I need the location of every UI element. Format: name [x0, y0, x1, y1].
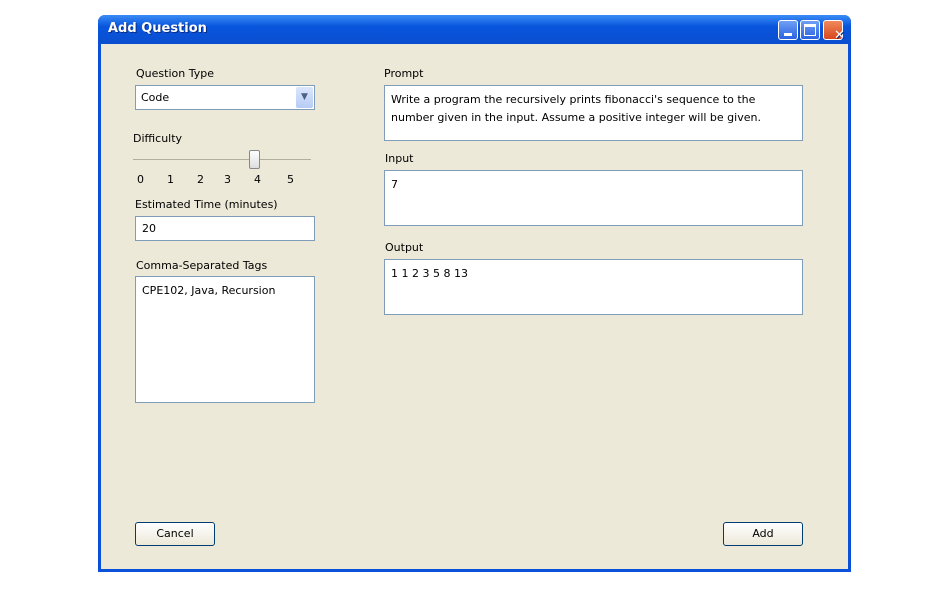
- tick-label: 2: [197, 173, 204, 186]
- tags-label: Comma-Separated Tags: [136, 259, 268, 272]
- close-button[interactable]: ✕: [823, 20, 845, 43]
- maximize-icon: [804, 24, 816, 36]
- chevron-down-icon[interactable]: ▼: [296, 87, 313, 108]
- question-type-label: Question Type: [136, 67, 214, 80]
- input-label: Input: [385, 152, 414, 165]
- tick-label: 4: [254, 173, 261, 186]
- tags-textarea[interactable]: CPE102, Java, Recursion: [135, 276, 315, 403]
- question-type-select[interactable]: Code ▼: [135, 85, 315, 110]
- tick-label: 1: [167, 173, 174, 186]
- question-type-value: Code: [141, 91, 170, 104]
- tick-label: 5: [287, 173, 294, 186]
- minimize-icon: [784, 33, 792, 36]
- tick-label: 3: [224, 173, 231, 186]
- dialog-body: Question Type Code ▼ Difficulty 0 1 2 3 …: [101, 44, 848, 569]
- maximize-button[interactable]: [800, 20, 820, 40]
- cancel-button[interactable]: Cancel: [135, 522, 215, 546]
- difficulty-label: Difficulty: [133, 132, 183, 145]
- output-textarea[interactable]: 1 1 2 3 5 8 13: [384, 259, 803, 315]
- tick-label: 0: [137, 173, 144, 186]
- difficulty-slider-thumb[interactable]: [249, 150, 260, 169]
- prompt-label: Prompt: [384, 67, 424, 80]
- minimize-button[interactable]: [778, 20, 798, 40]
- estimated-time-input[interactable]: 20: [135, 216, 315, 241]
- prompt-textarea[interactable]: Write a program the recursively prints f…: [384, 85, 803, 141]
- difficulty-slider-track[interactable]: [133, 159, 311, 160]
- input-textarea[interactable]: 7: [384, 170, 803, 226]
- add-button[interactable]: Add: [723, 522, 803, 546]
- output-label: Output: [385, 241, 424, 254]
- estimated-time-label: Estimated Time (minutes): [135, 198, 278, 211]
- close-icon: ✕: [834, 28, 845, 43]
- title-bar[interactable]: Add Question ✕: [98, 15, 851, 44]
- add-question-window: Add Question ✕ Question Type Code ▼ Diff…: [98, 15, 851, 572]
- window-title: Add Question: [108, 21, 207, 36]
